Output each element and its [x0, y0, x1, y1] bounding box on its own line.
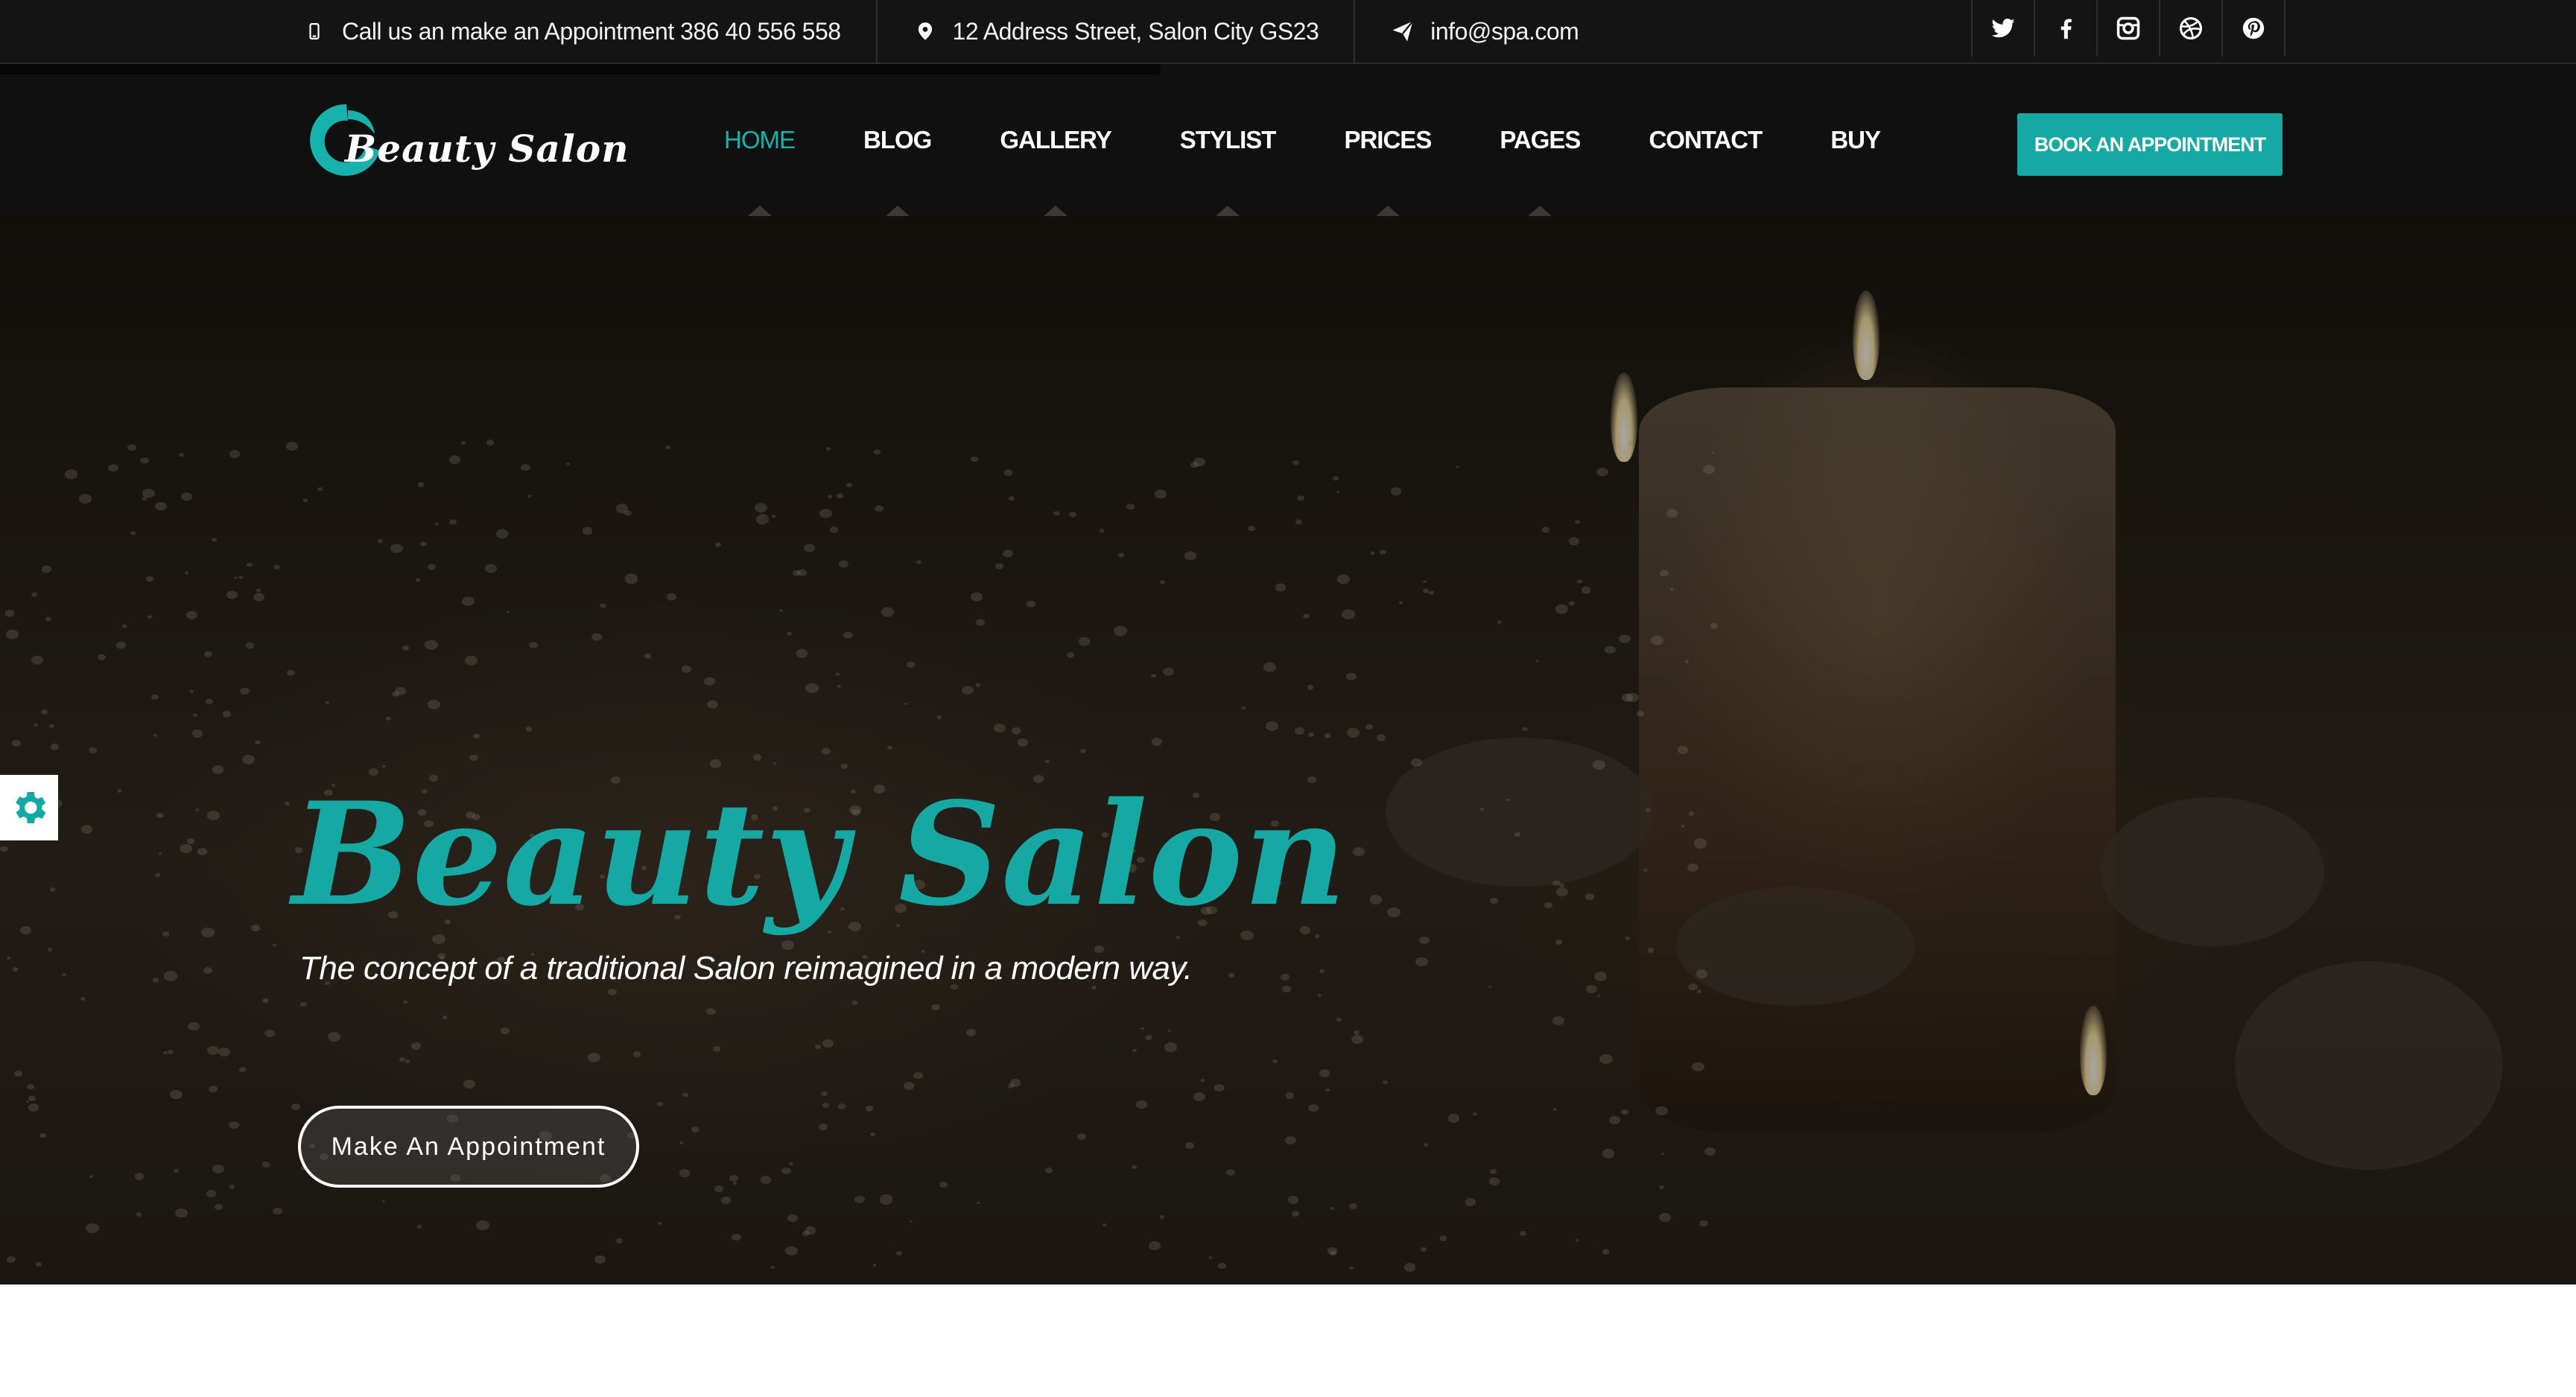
- dropdown-caret-icon: [1375, 206, 1400, 216]
- dropdown-caret-icon: [1216, 206, 1240, 216]
- nav-item-gallery[interactable]: GALLERY: [1000, 64, 1112, 216]
- pinterest-icon[interactable]: [2221, 0, 2285, 57]
- nav-item-label: GALLERY: [1000, 126, 1111, 153]
- paper-plane-icon: [1390, 19, 1415, 44]
- phone-info: Call us an make an Appointment 386 40 55…: [302, 0, 878, 63]
- dropdown-caret-icon: [1044, 206, 1068, 216]
- dropdown-caret-icon: [747, 206, 772, 216]
- settings-panel-toggle[interactable]: [0, 775, 58, 840]
- dropdown-caret-icon: [885, 206, 910, 216]
- nav-item-label: STYLIST: [1179, 126, 1277, 153]
- top-contact-bar: Call us an make an Appointment 386 40 55…: [0, 0, 2576, 64]
- make-appointment-button[interactable]: Make An Appointment: [298, 1106, 639, 1188]
- address-info: 12 Address Street, Salon City GS23: [878, 0, 1356, 63]
- hero-title: Beauty Salon: [292, 771, 1348, 937]
- site-logo[interactable]: Beauty Salon: [302, 97, 629, 186]
- hero-subtitle: The concept of a traditional Salon reima…: [299, 950, 1193, 986]
- nav-item-stylist[interactable]: STYLIST: [1180, 64, 1276, 216]
- facebook-icon[interactable]: [2034, 0, 2096, 57]
- book-appointment-button[interactable]: BOOK AN APPOINTMENT: [2017, 113, 2282, 176]
- email-link[interactable]: info@spa.com: [1430, 18, 1579, 45]
- main-menu: HOME BLOG GALLERY STYLIST PRICES PAGES C…: [724, 64, 1949, 216]
- nav-item-contact[interactable]: CONTACT: [1649, 64, 1763, 216]
- nav-item-label: BUY: [1830, 126, 1881, 153]
- nav-item-label: BLOG: [863, 126, 932, 153]
- nav-item-buy[interactable]: BUY: [1830, 64, 1881, 216]
- map-marker-icon: [913, 19, 938, 44]
- gear-icon: [16, 792, 46, 823]
- nav-item-home[interactable]: HOME: [724, 64, 796, 216]
- nav-item-prices[interactable]: PRICES: [1344, 64, 1432, 216]
- twitter-icon[interactable]: [1971, 0, 2034, 57]
- hero-banner: Beauty Salon The concept of a traditiona…: [0, 216, 2576, 1284]
- nav-item-blog[interactable]: BLOG: [863, 64, 932, 216]
- mobile-phone-icon: [302, 19, 327, 44]
- phone-text: Call us an make an Appointment 386 40 55…: [342, 17, 841, 45]
- instagram-icon[interactable]: [2096, 0, 2159, 57]
- address-text: 12 Address Street, Salon City GS23: [952, 17, 1319, 45]
- email-info[interactable]: info@spa.com: [1355, 0, 1614, 63]
- logo-text: Beauty Salon: [345, 127, 629, 171]
- social-links: [1971, 0, 2285, 63]
- nav-item-label: CONTACT: [1649, 126, 1763, 153]
- dropdown-caret-icon: [1528, 206, 1552, 216]
- nav-item-label: PAGES: [1500, 126, 1581, 153]
- nav-item-label: HOME: [724, 126, 796, 153]
- dribbble-icon[interactable]: [2159, 0, 2221, 57]
- nav-item-label: PRICES: [1344, 126, 1432, 153]
- nav-item-pages[interactable]: PAGES: [1500, 64, 1581, 216]
